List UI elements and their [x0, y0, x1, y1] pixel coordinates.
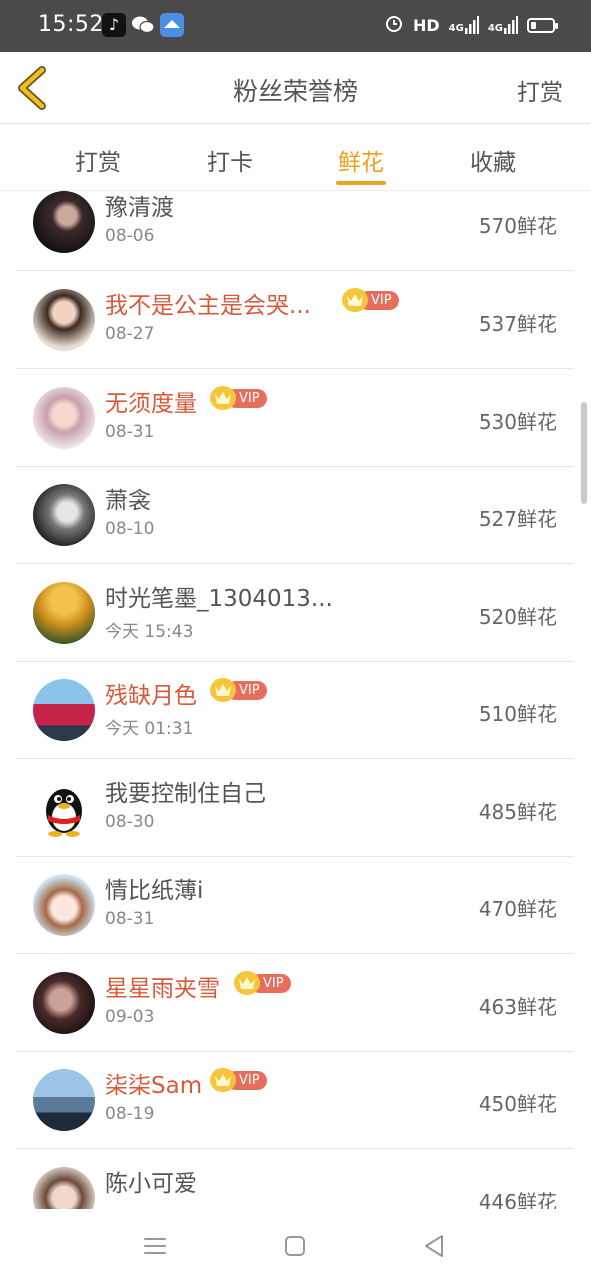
fan-date: 09-03: [105, 1007, 155, 1027]
fan-amount: 446鲜花: [478, 1190, 557, 1209]
avatar: [33, 972, 95, 1034]
alarm-icon: [384, 13, 404, 37]
fan-name: 时光笔墨_1304013...: [105, 586, 333, 612]
list-item[interactable]: 我要控制住自己 08-30 485鲜花: [16, 760, 574, 857]
avatar: [33, 874, 95, 936]
list-item[interactable]: 星星雨夹雪 VIP 09-03 463鲜花: [16, 955, 574, 1052]
active-tab-indicator: [336, 181, 386, 185]
avatar: [33, 387, 95, 449]
fan-amount: 570鲜花: [478, 214, 557, 238]
list-item[interactable]: 萧衾 08-10 527鲜花: [16, 467, 574, 564]
vip-badge: VIP: [342, 288, 399, 312]
fan-amount: 530鲜花: [478, 410, 557, 434]
crown-icon: [342, 288, 368, 312]
fan-date: 08-31: [105, 422, 155, 442]
list-item[interactable]: 豫清渡 08-06 570鲜花: [16, 191, 574, 271]
crown-icon: [210, 386, 236, 410]
system-nav-bar: [0, 1209, 591, 1280]
signal-4g-1: 4G: [449, 16, 479, 34]
penguin-icon: [46, 789, 82, 837]
fan-date: 08-27: [105, 324, 155, 344]
crown-icon: [210, 678, 236, 702]
avatar: [33, 777, 95, 839]
list-item[interactable]: 残缺月色 VIP 今天 01:31 510鲜花: [16, 662, 574, 759]
avatar: [33, 191, 95, 253]
fan-amount: 527鲜花: [478, 507, 557, 531]
fan-amount: 450鲜花: [478, 1092, 557, 1116]
tab-reward[interactable]: 打赏: [53, 143, 143, 177]
hd-badge: HD: [412, 15, 440, 35]
avatar: [33, 1167, 95, 1209]
fan-amount: 470鲜花: [478, 897, 557, 921]
fan-amount: 537鲜花: [478, 312, 557, 336]
fan-name: 我要控制住自己: [105, 781, 266, 807]
vip-badge: VIP: [210, 678, 267, 702]
fan-date: 08-19: [105, 1104, 155, 1124]
fan-name: 我不是公主是会哭...: [105, 293, 311, 319]
status-time: 15:52: [38, 12, 104, 37]
fan-date: 08-31: [105, 909, 155, 929]
list-item[interactable]: 无须度量 VIP 08-31 530鲜花: [16, 370, 574, 467]
wechat-icon: [131, 13, 155, 37]
fan-amount: 485鲜花: [478, 800, 557, 824]
avatar: [33, 679, 95, 741]
reward-button[interactable]: 打赏: [517, 73, 563, 107]
fan-name: 情比纸薄i: [105, 878, 204, 904]
avatar: [33, 289, 95, 351]
status-bar: 15:52 ♪ HD 4G 4G: [0, 0, 591, 52]
fan-name: 残缺月色: [105, 683, 197, 709]
crown-icon: [234, 971, 260, 995]
fan-name: 无须度量: [105, 391, 197, 417]
avatar: [33, 582, 95, 644]
status-indicators: HD 4G 4G: [384, 12, 558, 38]
home-square-icon: [285, 1236, 305, 1256]
back-nav-button[interactable]: [420, 1231, 450, 1261]
fan-amount: 520鲜花: [478, 605, 557, 629]
crown-icon: [210, 1068, 236, 1092]
fan-date: 今天 01:31: [105, 719, 194, 739]
list-item[interactable]: 柒柒Sam VIP 08-19 450鲜花: [16, 1052, 574, 1149]
app-icon: [160, 13, 184, 37]
header: 粉丝荣誉榜 打赏: [0, 52, 591, 124]
tab-favorites[interactable]: 收藏: [448, 143, 538, 177]
list-item[interactable]: 情比纸薄i 08-31 470鲜花: [16, 857, 574, 954]
fan-date: 08-30: [105, 812, 155, 832]
scrollbar[interactable]: [581, 402, 587, 504]
tab-flowers[interactable]: 鲜花: [316, 143, 406, 177]
avatar: [33, 1069, 95, 1131]
avatar: [33, 484, 95, 546]
home-button[interactable]: [280, 1231, 310, 1261]
battery-icon: [527, 17, 558, 33]
fan-name: 萧衾: [105, 488, 151, 514]
fan-name: 星星雨夹雪: [105, 976, 220, 1002]
page-title: 粉丝荣誉榜: [232, 77, 358, 106]
signal-4g-2: 4G: [488, 16, 518, 34]
vip-badge: VIP: [210, 386, 267, 410]
fan-date: 08-06: [105, 226, 155, 246]
fan-date: 今天 15:43: [105, 622, 194, 642]
menu-icon: [144, 1238, 166, 1254]
fan-date: 08-10: [105, 519, 155, 539]
menu-button[interactable]: [140, 1231, 170, 1261]
list-item[interactable]: 陈小可爱 446鲜花: [16, 1150, 574, 1209]
tab-bar: 打赏 打卡 鲜花 收藏: [0, 125, 591, 191]
vip-badge: VIP: [210, 1068, 267, 1092]
list-item[interactable]: 我不是公主是会哭... VIP 08-27 537鲜花: [16, 272, 574, 369]
tiktok-icon: ♪: [102, 13, 126, 37]
fan-amount: 463鲜花: [478, 995, 557, 1019]
fan-name: 陈小可爱: [105, 1171, 197, 1197]
list-item[interactable]: 时光笔墨_1304013... 今天 15:43 520鲜花: [16, 565, 574, 662]
vip-badge: VIP: [234, 971, 291, 995]
fans-list[interactable]: 豫清渡 08-06 570鲜花 我不是公主是会哭... VIP 08-27 53…: [0, 191, 591, 1209]
fan-name: 豫清渡: [105, 195, 174, 221]
fan-name: 柒柒Sam: [105, 1073, 203, 1099]
tab-checkin[interactable]: 打卡: [185, 143, 275, 177]
fan-amount: 510鲜花: [478, 702, 557, 726]
back-triangle-icon: [425, 1235, 443, 1257]
